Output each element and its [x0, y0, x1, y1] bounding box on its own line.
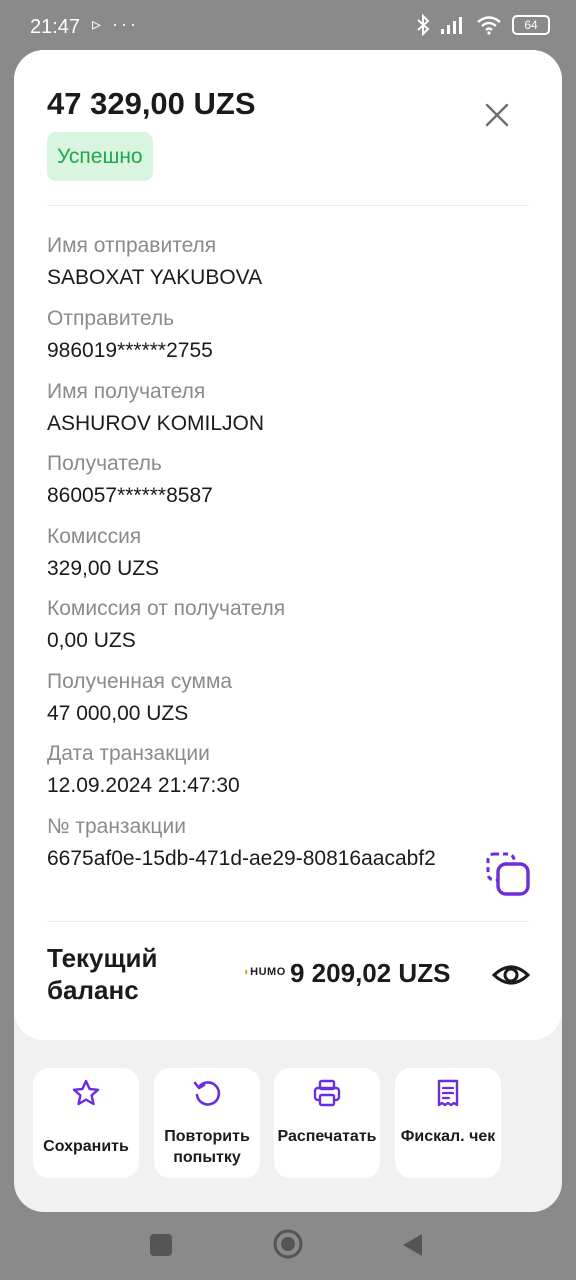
- recipient-name-value: ASHUROV KOMILJON: [47, 412, 265, 435]
- printer-icon: [313, 1079, 341, 1107]
- retry-button[interactable]: Повторить попытку: [154, 1068, 260, 1178]
- back-button[interactable]: [400, 1232, 424, 1258]
- transaction-date-value: 12.09.2024 21:47:30: [47, 774, 240, 797]
- recipient-card-value: 860057******8587: [47, 484, 213, 507]
- commission-value: 329,00 UZS: [47, 557, 160, 580]
- bluetooth-icon: [417, 14, 430, 36]
- home-button[interactable]: [272, 1228, 304, 1260]
- humo-card-logo: ◗HUMO: [243, 966, 286, 978]
- divider: [47, 921, 529, 922]
- current-balance-label: Текущий баланс: [47, 943, 158, 1005]
- humo-logo-text: HUMO: [250, 966, 286, 978]
- print-button[interactable]: Распечатать: [274, 1068, 380, 1178]
- star-icon: [72, 1079, 100, 1106]
- transaction-details-card: 47 329,00 UZS Успешно Имя отправителя SA…: [14, 50, 562, 1040]
- fiscal-receipt-button[interactable]: Фискал. чек: [395, 1068, 501, 1178]
- battery-icon: 64: [512, 15, 550, 35]
- status-badge: Успешно: [47, 132, 153, 181]
- sender-name-label: Имя отправителя: [47, 234, 217, 257]
- transaction-sheet: 47 329,00 UZS Успешно Имя отправителя SA…: [14, 50, 562, 1212]
- fiscal-receipt-button-label: Фискал. чек: [400, 1128, 496, 1145]
- received-amount-label: Полученная сумма: [47, 670, 233, 693]
- current-balance-value: 9 209,02 UZS: [290, 958, 451, 988]
- save-button-label: Сохранить: [43, 1138, 129, 1155]
- commission-label: Комиссия: [47, 525, 142, 548]
- recipient-commission-label: Комиссия от получателя: [47, 597, 286, 620]
- transaction-amount: 47 329,00 UZS: [47, 86, 256, 121]
- retry-button-label: Повторить попытку: [164, 1128, 250, 1166]
- recipient-name-label: Имя получателя: [47, 380, 206, 403]
- divider: [47, 205, 529, 206]
- recipient-commission-value: 0,00 UZS: [47, 629, 136, 652]
- wifi-icon: [477, 16, 501, 35]
- received-amount-value: 47 000,00 UZS: [47, 702, 189, 725]
- signal-icon: [441, 17, 462, 34]
- status-notification-icons: ▹ ···: [92, 14, 140, 34]
- print-button-label: Распечатать: [277, 1128, 377, 1145]
- close-icon[interactable]: [482, 100, 512, 130]
- recent-apps-button[interactable]: [150, 1234, 172, 1256]
- sender-card-value: 986019******2755: [47, 339, 213, 362]
- eye-icon[interactable]: [492, 956, 530, 994]
- copy-icon[interactable]: [484, 850, 532, 898]
- status-bar: 21:47 ▹ ··· 64: [0, 0, 576, 56]
- receipt-icon: [437, 1079, 459, 1107]
- recipient-card-label: Получатель: [47, 452, 162, 475]
- transaction-id-value: 6675af0e-15db-471d-ae29-80816aacabf2: [47, 847, 436, 870]
- refresh-icon: [193, 1081, 221, 1106]
- sender-name-value: SABOXAT YAKUBOVA: [47, 266, 263, 289]
- status-time: 21:47: [30, 16, 81, 38]
- save-button[interactable]: Сохранить: [33, 1068, 139, 1178]
- system-navigation-bar: [0, 1212, 576, 1280]
- sender-card-label: Отправитель: [47, 307, 175, 330]
- transaction-id-label: № транзакции: [47, 815, 186, 838]
- status-right-icons: 64: [416, 14, 550, 36]
- transaction-date-label: Дата транзакции: [47, 742, 210, 765]
